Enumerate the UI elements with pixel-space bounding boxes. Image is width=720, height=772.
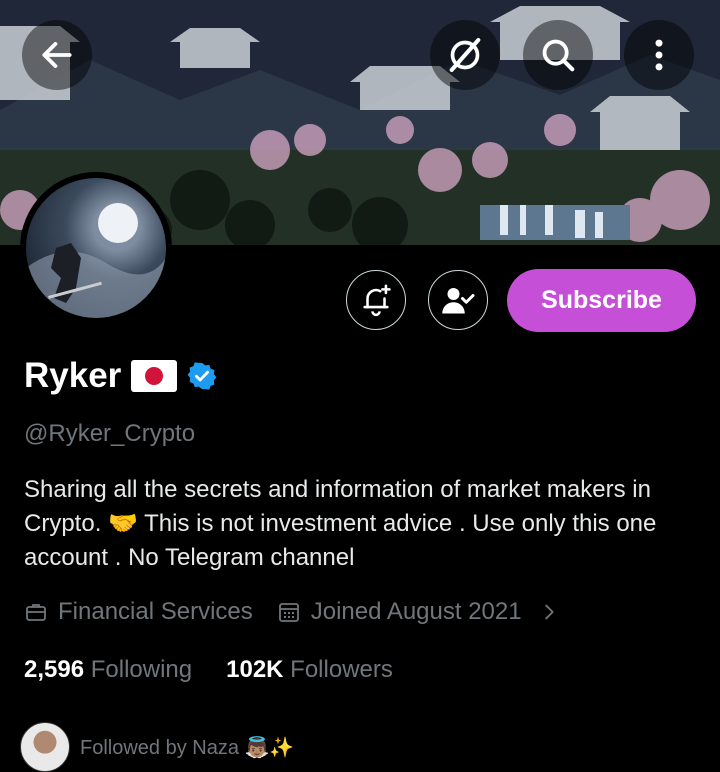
category-item[interactable]: Financial Services	[24, 598, 253, 626]
followers-label: Followers	[290, 656, 393, 683]
profile-meta: Financial Services Joined August 2021	[24, 598, 560, 626]
following-count: 2,596	[24, 656, 85, 683]
grok-button[interactable]	[430, 20, 500, 90]
display-name: Ryker	[24, 356, 122, 395]
profile-bio: Sharing all the secrets and information …	[24, 476, 657, 571]
avatar-artwork	[26, 203, 166, 318]
category-label: Financial Services	[58, 598, 253, 625]
calendar-icon	[278, 603, 299, 622]
profile-name-row: Ryker	[24, 356, 217, 396]
bell-plus-icon	[363, 284, 391, 317]
followers-count: 102K	[226, 656, 284, 683]
back-button[interactable]	[22, 20, 92, 90]
more-button[interactable]	[624, 20, 694, 90]
search-icon	[542, 39, 575, 72]
japan-flag-icon	[131, 360, 178, 392]
chevron-right-icon	[544, 604, 554, 620]
more-vertical-icon	[655, 39, 663, 71]
avatar-image	[26, 178, 166, 318]
follower-avatar	[20, 722, 70, 772]
followers-stat[interactable]: 102K Followers	[226, 656, 393, 684]
profile-stats: 2,596 Following 102K Followers	[24, 656, 393, 684]
following-button[interactable]	[428, 270, 488, 330]
search-button[interactable]	[523, 20, 593, 90]
notifications-button[interactable]	[346, 270, 406, 330]
profile-handle: @Ryker_Crypto	[24, 420, 196, 447]
followed-by-row[interactable]: Followed by Naza 👼🏽✨	[20, 722, 294, 772]
profile-avatar[interactable]	[20, 172, 172, 324]
following-label: Following	[90, 656, 193, 683]
joined-label: Joined August 2021	[310, 598, 522, 625]
grok-icon	[449, 38, 481, 72]
followed-by-text: Followed by Naza 👼🏽✨	[80, 736, 295, 759]
subscribe-button[interactable]: Subscribe	[507, 269, 696, 332]
joined-item[interactable]: Joined August 2021	[277, 598, 560, 626]
arrow-left-icon	[42, 42, 72, 68]
verified-badge-icon[interactable]	[187, 361, 217, 391]
briefcase-icon	[26, 604, 46, 621]
person-check-icon	[442, 288, 475, 314]
following-stat[interactable]: 2,596 Following	[24, 656, 192, 684]
